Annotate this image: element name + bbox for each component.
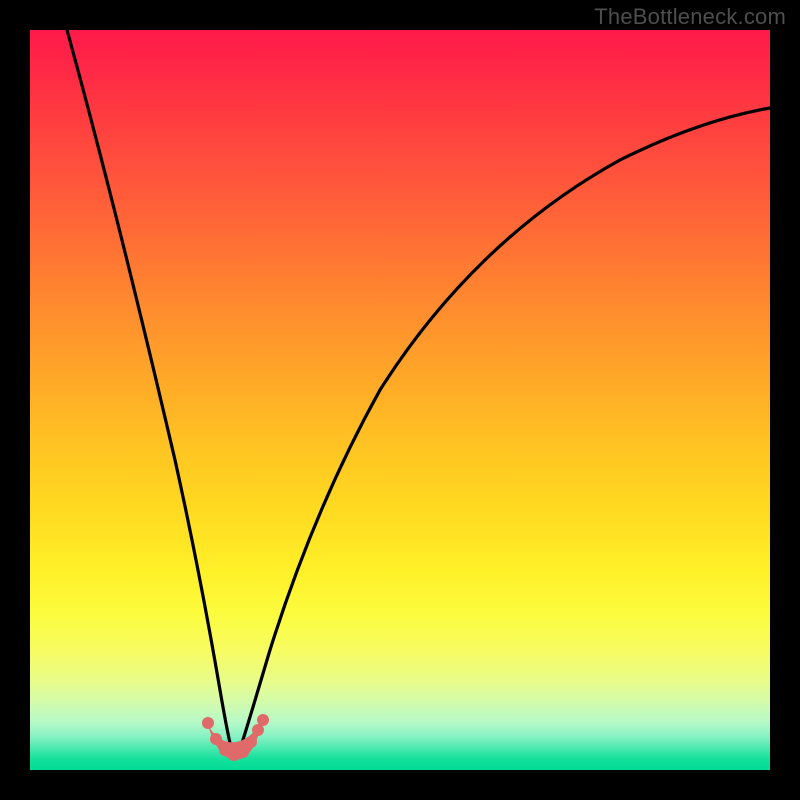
plot-area [30,30,770,770]
left-curve [67,30,233,755]
valley-markers [202,714,269,761]
watermark-text: TheBottleneck.com [594,4,786,30]
chart-svg [30,30,770,770]
outer-frame: TheBottleneck.com [0,0,800,800]
right-curve [238,108,770,755]
